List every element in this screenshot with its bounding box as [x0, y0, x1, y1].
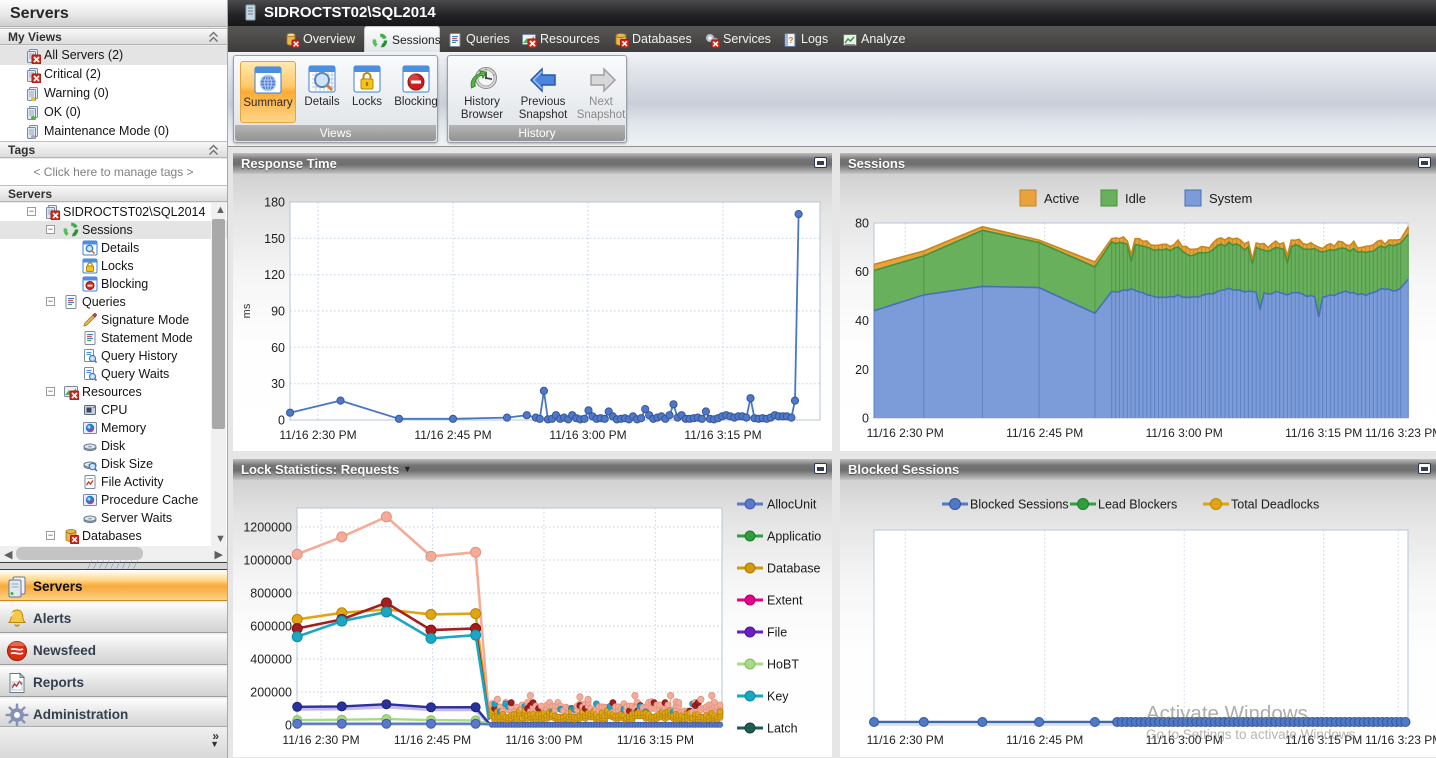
svg-text:11/16 2:45 PM: 11/16 2:45 PM [1006, 733, 1083, 747]
svg-text:200000: 200000 [250, 686, 292, 700]
svg-text:0: 0 [285, 719, 292, 733]
svg-text:30: 30 [271, 377, 285, 391]
svg-text:11/16 3:23 PM: 11/16 3:23 PM [1365, 733, 1436, 747]
svg-text:11/16 3:15 PM: 11/16 3:15 PM [684, 428, 761, 442]
svg-text:0: 0 [278, 414, 285, 428]
svg-text:0: 0 [862, 412, 869, 426]
svg-text:11/16 2:45 PM: 11/16 2:45 PM [414, 428, 491, 442]
svg-text:11/16 3:15 PM: 11/16 3:15 PM [1285, 426, 1362, 440]
svg-text:180: 180 [264, 196, 285, 210]
svg-text:20: 20 [855, 363, 869, 377]
svg-text:Active: Active [1044, 191, 1079, 206]
svg-text:Applicatio: Applicatio [767, 530, 821, 544]
svg-text:1200000: 1200000 [243, 521, 292, 535]
svg-text:11/16 2:30 PM: 11/16 2:30 PM [282, 733, 359, 747]
svg-text:HoBT: HoBT [767, 658, 799, 672]
svg-text:60: 60 [855, 265, 869, 279]
svg-text:ms: ms [241, 303, 253, 318]
svg-text:11/16 3:00 PM: 11/16 3:00 PM [549, 428, 626, 442]
svg-text:80: 80 [855, 217, 869, 231]
svg-text:40: 40 [855, 314, 869, 328]
svg-text:120: 120 [264, 268, 285, 282]
svg-text:11/16 3:15 PM: 11/16 3:15 PM [617, 733, 694, 747]
svg-text:1000000: 1000000 [243, 554, 292, 568]
svg-text:60: 60 [271, 341, 285, 355]
svg-text:150: 150 [264, 232, 285, 246]
svg-text:System: System [1209, 191, 1252, 206]
svg-text:11/16 2:30 PM: 11/16 2:30 PM [279, 428, 356, 442]
svg-text:Lead Blockers: Lead Blockers [1098, 498, 1177, 512]
svg-text:11/16 2:45 PM: 11/16 2:45 PM [394, 733, 471, 747]
svg-text:File: File [767, 626, 787, 640]
svg-text:Database: Database [767, 562, 821, 576]
svg-text:11/16 2:30 PM: 11/16 2:30 PM [867, 733, 944, 747]
svg-text:90: 90 [271, 305, 285, 319]
svg-text:Key: Key [767, 690, 789, 704]
svg-text:Idle: Idle [1125, 191, 1146, 206]
svg-text:11/16 3:00 PM: 11/16 3:00 PM [1146, 426, 1223, 440]
svg-text:Extent: Extent [767, 594, 803, 608]
svg-text:11/16 3:00 PM: 11/16 3:00 PM [505, 733, 582, 747]
svg-text:Blocked Sessions: Blocked Sessions [970, 498, 1069, 512]
svg-text:?: ? [789, 36, 794, 45]
svg-text:400000: 400000 [250, 653, 292, 667]
svg-text:11/16 3:23 PM: 11/16 3:23 PM [1365, 426, 1436, 440]
svg-text:11/16 2:30 PM: 11/16 2:30 PM [867, 426, 944, 440]
svg-text:Total Deadlocks: Total Deadlocks [1231, 498, 1319, 512]
svg-text:11/16 2:45 PM: 11/16 2:45 PM [1006, 426, 1083, 440]
svg-text:600000: 600000 [250, 620, 292, 634]
svg-text:800000: 800000 [250, 587, 292, 601]
svg-text:Latch: Latch [767, 722, 798, 736]
svg-text:AllocUnit: AllocUnit [767, 498, 817, 512]
